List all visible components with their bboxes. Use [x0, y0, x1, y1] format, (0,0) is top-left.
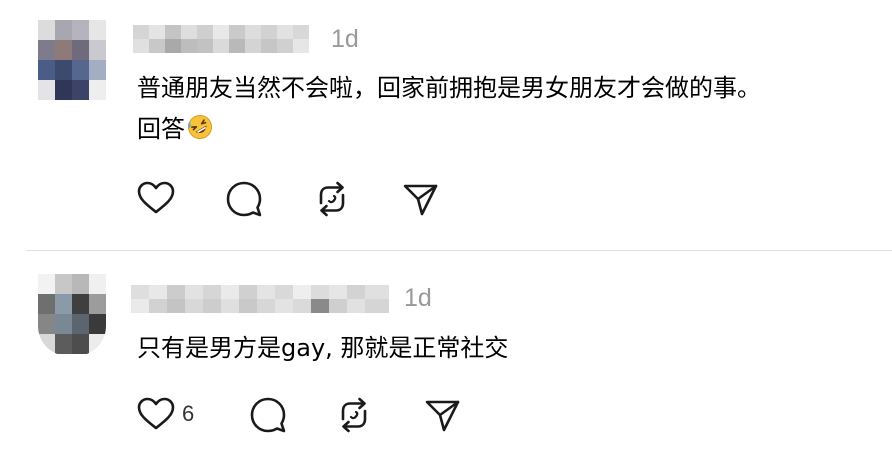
- send-icon: [403, 184, 438, 216]
- comment-button[interactable]: [248, 395, 288, 435]
- repost-icon: [319, 181, 345, 217]
- share-button[interactable]: [422, 395, 462, 435]
- reply-post: 1d 普通朋友当然不会啦，回家前拥抱是男女朋友才会做的事。 回答: [0, 0, 892, 250]
- avatar[interactable]: [38, 274, 106, 356]
- send-icon: [425, 400, 460, 432]
- heart-icon: [137, 181, 175, 214]
- post-text-line2: 回答: [137, 109, 213, 149]
- post-text: 普通朋友当然不会啦，回家前拥抱是男女朋友才会做的事。: [137, 74, 761, 102]
- repost-button[interactable]: [334, 395, 374, 435]
- repost-button[interactable]: [312, 179, 352, 219]
- post-text-segment: 回答: [137, 115, 185, 143]
- rolling-on-floor-laughing-emoji: [188, 114, 212, 139]
- like-count: 6: [182, 401, 195, 426]
- timestamp: 1d: [404, 284, 432, 312]
- repost-icon: [341, 397, 367, 433]
- heart-icon: [137, 397, 175, 430]
- like-button[interactable]: 6: [136, 395, 194, 435]
- reply-post: 1d 只有是男方是gay, 那就是正常社交 6: [0, 251, 892, 464]
- username-blurred[interactable]: [133, 25, 309, 53]
- avatar[interactable]: [38, 20, 106, 100]
- share-button[interactable]: [400, 179, 440, 219]
- like-button[interactable]: [136, 179, 176, 219]
- timestamp: 1d: [331, 25, 359, 53]
- username-blurred[interactable]: [131, 285, 389, 313]
- post-text: 只有是男方是gay, 那就是正常社交: [137, 334, 509, 362]
- comment-button[interactable]: [224, 179, 264, 219]
- comment-bubble-icon: [250, 397, 286, 433]
- comment-bubble-icon: [226, 181, 262, 217]
